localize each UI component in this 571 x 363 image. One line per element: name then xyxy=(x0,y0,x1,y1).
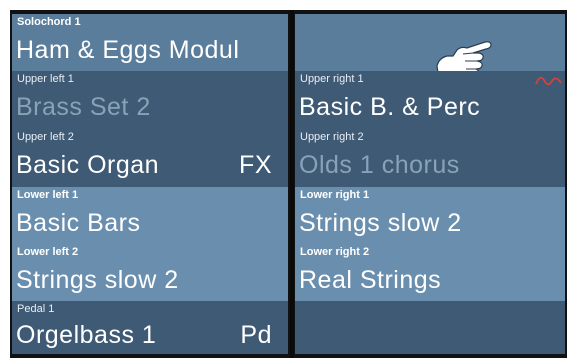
column-divider xyxy=(290,10,294,358)
slot-label: Lower left 1 xyxy=(17,189,79,201)
slot-lower-right-1[interactable]: Lower right 1 Strings slow 2 xyxy=(295,187,565,244)
slot-upper-left-2[interactable]: Upper left 2 Basic Organ FX xyxy=(12,129,288,187)
slot-lower-right-2[interactable]: Lower right 2 Real Strings xyxy=(295,244,565,301)
registration-panel: Solochord 1 Ham & Eggs Modul Upper left … xyxy=(10,10,567,358)
slot-lower-left-2[interactable]: Lower left 2 Strings slow 2 xyxy=(12,244,288,301)
slot-pedal-1[interactable]: Pedal 1 Orgelbass 1 Pd xyxy=(12,301,288,354)
wave-indicator-icon xyxy=(535,76,562,86)
slot-value: Strings slow 2 xyxy=(16,266,179,294)
pd-suffix: Pd xyxy=(240,321,272,349)
slot-label: Lower right 2 xyxy=(300,246,370,258)
slot-upper-right-1[interactable]: Upper right 1 Basic B. & Perc xyxy=(295,71,565,129)
slot-label: Pedal 1 xyxy=(17,303,55,315)
slot-label: Lower right 1 xyxy=(300,189,370,201)
slot-upper-right-2[interactable]: Upper right 2 Olds 1 chorus xyxy=(295,129,565,187)
fx-suffix: FX xyxy=(239,151,272,179)
slot-value: Olds 1 chorus xyxy=(299,151,460,179)
slot-label: Upper left 2 xyxy=(17,131,74,143)
slot-value: Orgelbass 1 Pd xyxy=(16,321,282,350)
slot-value: Strings slow 2 xyxy=(299,209,462,237)
slot-value: Ham & Eggs Modul xyxy=(16,36,240,64)
slot-value: Brass Set 2 xyxy=(16,93,151,121)
slot-empty-bottom xyxy=(295,301,565,354)
slot-upper-left-1[interactable]: Upper left 1 Brass Set 2 xyxy=(12,71,288,129)
slot-lower-left-1[interactable]: Lower left 1 Basic Bars xyxy=(12,187,288,244)
slot-label: Upper right 2 xyxy=(300,131,364,143)
slot-value: Basic Bars xyxy=(16,209,141,237)
slot-label: Solochord 1 xyxy=(17,16,81,28)
slot-value-name: Orgelbass 1 xyxy=(16,321,157,349)
slot-value: Basic B. & Perc xyxy=(299,93,481,121)
slot-label: Upper left 1 xyxy=(17,73,74,85)
slot-value: Real Strings xyxy=(299,266,442,294)
left-column: Solochord 1 Ham & Eggs Modul Upper left … xyxy=(12,14,288,354)
slot-empty-top xyxy=(295,14,565,71)
slot-label: Lower left 2 xyxy=(17,246,79,258)
right-column: Upper right 1 Basic B. & Perc Upper righ… xyxy=(295,14,565,354)
slot-label: Upper right 1 xyxy=(300,73,364,85)
hand-pointer-icon xyxy=(436,41,492,71)
slot-value: Basic Organ FX xyxy=(16,151,282,180)
slot-value-name: Basic Organ xyxy=(16,151,160,179)
slot-solochord-1[interactable]: Solochord 1 Ham & Eggs Modul xyxy=(12,14,288,71)
